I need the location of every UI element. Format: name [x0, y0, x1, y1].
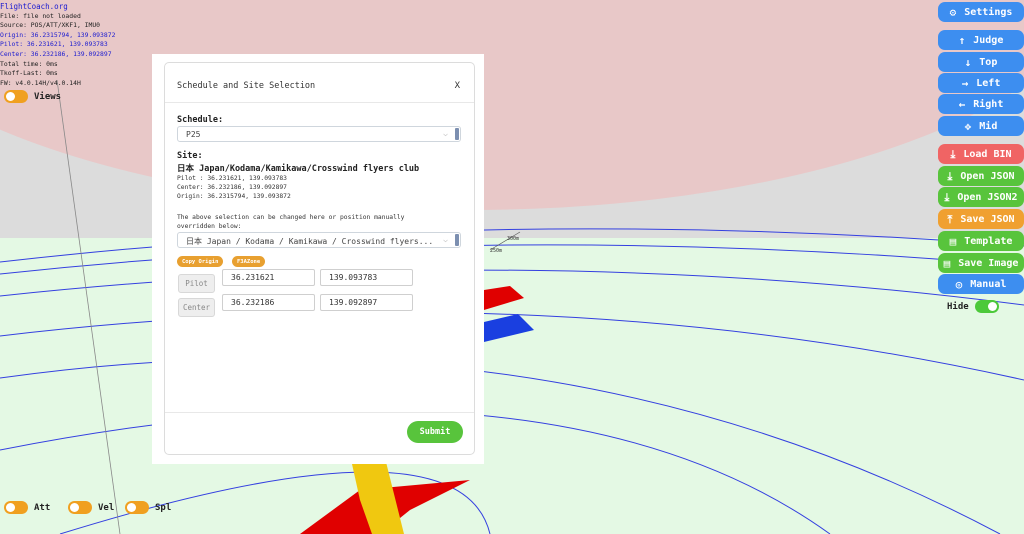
lifebuoy-icon: ◎: [955, 277, 963, 291]
site-label: Site:: [177, 151, 203, 161]
dialog-divider-bottom: [165, 412, 474, 413]
schedule-select-value: P25: [186, 130, 201, 139]
close-button[interactable]: X: [455, 81, 460, 91]
left-view-button[interactable]: → Left: [938, 73, 1024, 93]
gear-icon: ⚙: [949, 5, 957, 19]
info-origin: Origin: 36.2315794, 139.093872: [0, 30, 116, 39]
move-icon: ✥: [964, 119, 972, 133]
site-select[interactable]: 日本 Japan / Kodama / Kamikawa / Crosswind…: [177, 232, 461, 248]
save-json-label: Save JSON: [960, 213, 1015, 225]
left-label: Left: [976, 77, 1001, 89]
save-json-button[interactable]: ⤒ Save JSON: [938, 209, 1024, 229]
document-icon: ▤: [949, 234, 957, 248]
open-json-label: Open JSON: [960, 170, 1015, 182]
template-label: Template: [964, 235, 1013, 247]
chevron-down-icon: ⌵: [443, 235, 448, 244]
top-label: Top: [979, 56, 998, 68]
copy-origin-button[interactable]: Copy Origin: [177, 256, 224, 267]
site-pilot-coords: Pilot : 36.231621, 139.093783: [177, 175, 287, 182]
dialog-divider-top: [165, 102, 474, 103]
hide-toggle[interactable]: [974, 300, 999, 313]
right-view-button[interactable]: ← Right: [938, 94, 1024, 114]
mid-label: Mid: [979, 120, 998, 132]
site-center-coords: Center: 36.232186, 139.092897: [177, 184, 287, 191]
select-scrollbar: [455, 234, 459, 246]
spl-toggle[interactable]: [125, 501, 149, 514]
download-icon: ⤓: [944, 190, 950, 204]
manual-button[interactable]: ◎ Manual: [938, 274, 1024, 294]
center-lat-input[interactable]: 36.232186: [222, 294, 315, 311]
pilot-button[interactable]: Pilot: [178, 274, 215, 293]
upload-icon: ⤒: [947, 212, 953, 226]
arrow-up-icon: ↑: [958, 33, 966, 47]
mid-view-button[interactable]: ✥ Mid: [938, 116, 1024, 136]
judge-view-button[interactable]: ↑ Judge: [938, 30, 1024, 50]
arrow-down-icon: ↓: [964, 55, 972, 69]
att-toggle[interactable]: [4, 501, 28, 514]
dialog-title: Schedule and Site Selection: [177, 81, 316, 91]
settings-button[interactable]: ⚙ Settings: [938, 2, 1024, 22]
att-label: Att: [34, 502, 51, 513]
save-image-button[interactable]: ▤ Save Image: [938, 253, 1024, 273]
top-view-button[interactable]: ↓ Top: [938, 52, 1024, 72]
settings-label: Settings: [964, 6, 1013, 18]
chevron-down-icon: ⌵: [443, 129, 448, 138]
f3azone-button[interactable]: F3AZone: [232, 256, 266, 267]
info-source: Source: POS/ATT/XKF1, IMU0: [0, 21, 101, 30]
vel-toggle[interactable]: [68, 501, 92, 514]
arrow-left-icon: ←: [958, 97, 966, 111]
info-pilot: Pilot: 36.231621, 139.093783: [0, 40, 108, 49]
center-lon-input[interactable]: 139.092897: [320, 294, 413, 311]
schedule-select[interactable]: P25 ⌵: [177, 126, 461, 142]
app-title: FlightCoach.org: [0, 2, 68, 11]
schedule-site-dialog: Schedule and Site Selection X Schedule: …: [164, 62, 475, 455]
distance-label-250: 250m: [490, 248, 502, 254]
center-button[interactable]: Center: [178, 298, 215, 317]
info-file: File: file not loaded: [0, 11, 81, 20]
download-icon: ⤓: [950, 147, 956, 161]
att-toggle-row: Att: [4, 501, 50, 514]
pilot-lon-input[interactable]: 139.093783: [320, 269, 413, 286]
site-name: 日本 Japan/Kodama/Kamikawa/Crosswind flyer…: [177, 164, 420, 174]
views-label: Views: [34, 91, 62, 102]
info-tkoff-last: Tkoff-Last: 0ms: [0, 69, 58, 78]
hide-toggle-row: Hide: [947, 300, 999, 313]
views-toggle-row: Views: [4, 90, 61, 103]
document-icon: ▤: [943, 256, 951, 270]
info-fw: FW: v4.0.14H/v4.0.14H: [0, 78, 81, 87]
judge-label: Judge: [973, 34, 1004, 46]
template-button[interactable]: ▤ Template: [938, 231, 1024, 251]
vel-toggle-row: Vel: [68, 501, 114, 514]
info-center: Center: 36.232186, 139.092897: [0, 49, 112, 58]
open-json2-button[interactable]: ⤓ Open JSON2: [938, 187, 1024, 207]
spl-toggle-row: Spl: [125, 501, 171, 514]
vel-label: Vel: [98, 502, 115, 513]
download-icon: ⤓: [947, 169, 953, 183]
override-note: The above selection can be changed here …: [177, 214, 405, 230]
load-bin-label: Load BIN: [963, 148, 1012, 160]
pilot-lat-input[interactable]: 36.231621: [222, 269, 315, 286]
load-bin-button[interactable]: ⤓ Load BIN: [938, 144, 1024, 164]
select-scrollbar: [455, 128, 459, 140]
schedule-label: Schedule:: [177, 115, 224, 125]
site-origin-coords: Origin: 36.2315794, 139.093872: [177, 193, 291, 200]
right-label: Right: [973, 98, 1004, 110]
spl-label: Spl: [155, 502, 172, 513]
info-panel: FlightCoach.org File: file not loaded So…: [0, 2, 115, 88]
distance-label-300: 300m: [507, 236, 519, 242]
submit-button[interactable]: Submit: [407, 421, 463, 443]
manual-label: Manual: [970, 278, 1007, 290]
save-image-label: Save Image: [958, 257, 1019, 269]
info-total-time: Total time: 0ms: [0, 59, 58, 68]
views-toggle[interactable]: [4, 90, 28, 103]
hide-label: Hide: [947, 301, 969, 312]
site-select-value: 日本 Japan / Kodama / Kamikawa / Crosswind…: [186, 237, 434, 246]
open-json-button[interactable]: ⤓ Open JSON: [938, 166, 1024, 186]
open-json2-label: Open JSON2: [957, 191, 1018, 203]
arrow-right-icon: →: [961, 76, 969, 90]
